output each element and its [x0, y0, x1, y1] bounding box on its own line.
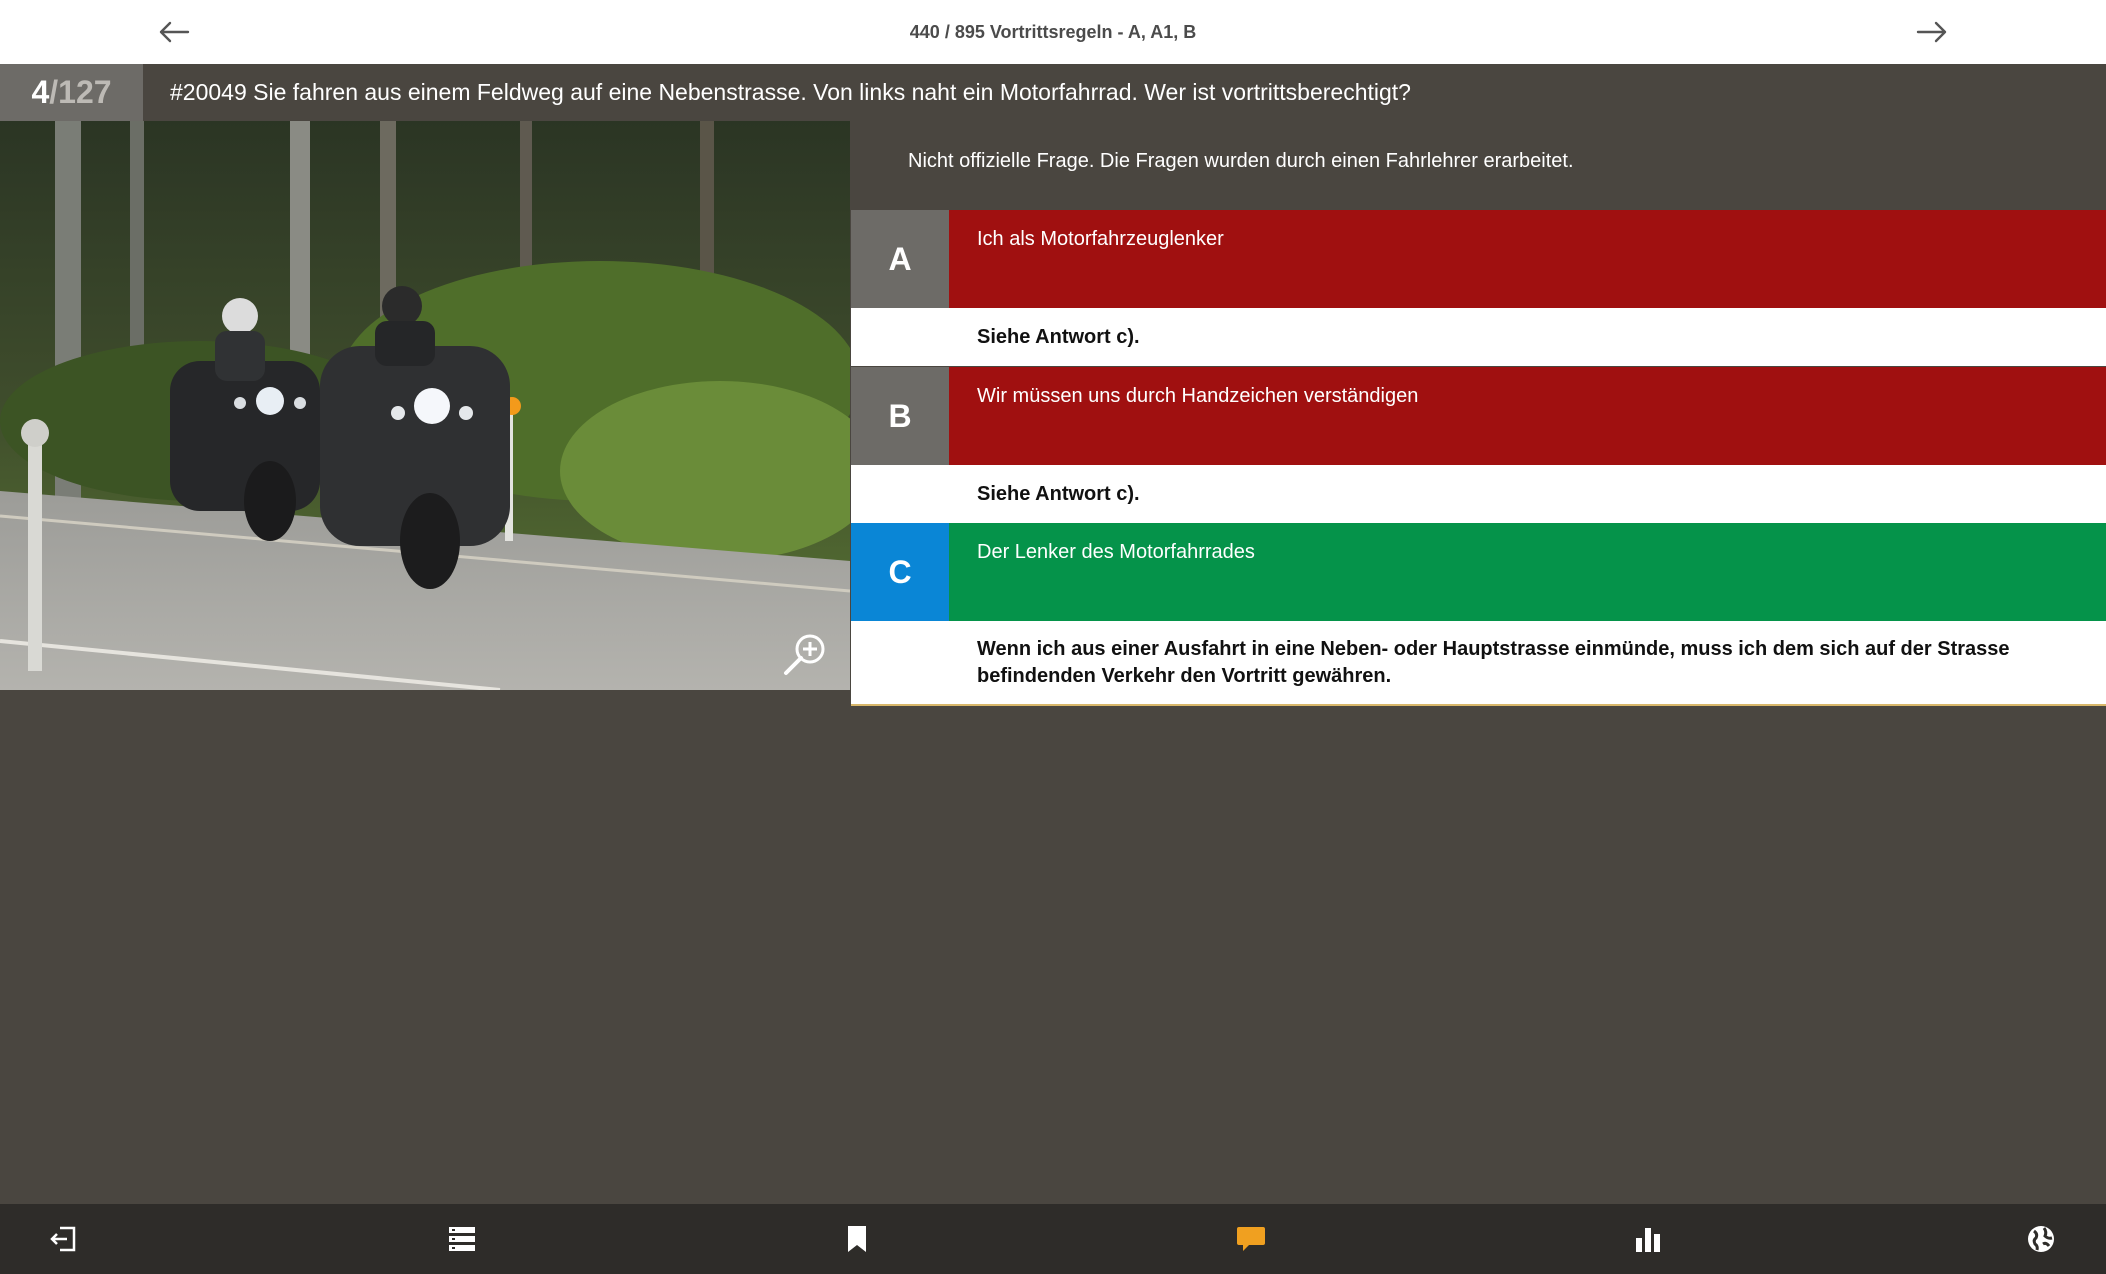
list-icon [449, 1227, 475, 1251]
zoom-in-icon [784, 634, 825, 675]
answer-c-text: Der Lenker des Motorfahrrades [977, 541, 1255, 563]
motorcycles-photo [0, 121, 850, 690]
question-bar: 4/127 #20049 Sie fahren aus einem Feldwe… [0, 64, 2106, 121]
counter-current: 4 [31, 74, 50, 110]
bookmark-button[interactable] [834, 1216, 880, 1262]
comment-button[interactable] [1228, 1216, 1274, 1262]
page-title: 440 / 895 Vortrittsregeln - A, A1, B [909, 21, 1197, 42]
answer-a-text: Ich als Motorfahrzeuglenker [977, 228, 1224, 250]
answer-b-letter: B [851, 367, 949, 465]
answer-a[interactable]: A Ich als Motorfahrzeuglenker [851, 210, 2106, 308]
bookmark-icon [848, 1226, 866, 1252]
answer-c-letter: C [851, 523, 949, 621]
exit-button[interactable] [40, 1216, 86, 1262]
zoom-button[interactable] [780, 628, 832, 680]
answer-b-text: Wir müssen uns durch Handzeichen verstän… [977, 385, 1419, 407]
statistics-icon [1636, 1228, 1660, 1252]
question-counter: 4/127 [0, 64, 143, 121]
language-button[interactable] [2018, 1216, 2064, 1262]
arrow-right-icon [1916, 21, 1947, 43]
list-button[interactable] [439, 1216, 485, 1262]
forward-button[interactable] [1902, 10, 1962, 54]
answer-c[interactable]: C Der Lenker des Motorfahrrades [851, 523, 2106, 621]
statistics-button[interactable] [1625, 1216, 1671, 1262]
question-image[interactable] [0, 121, 850, 690]
answer-a-letter: A [851, 210, 949, 308]
globe-icon [2028, 1226, 2054, 1252]
question-text: #20049 Sie fahren aus einem Feldweg auf … [170, 79, 1411, 105]
bottom-toolbar [0, 1204, 2106, 1274]
answer-a-explanation: Siehe Antwort c). [851, 308, 2106, 366]
disclaimer-note: Nicht offizielle Frage. Die Fragen wurde… [908, 150, 1574, 172]
comment-icon [1237, 1227, 1265, 1251]
top-header: 440 / 895 Vortrittsregeln - A, A1, B [0, 0, 2106, 64]
answer-b[interactable]: B Wir müssen uns durch Handzeichen verst… [851, 367, 2106, 465]
answer-c-explanation: Wenn ich aus einer Ausfahrt in eine Nebe… [851, 621, 2106, 706]
exit-icon [50, 1226, 76, 1252]
counter-total: /127 [49, 74, 112, 110]
answer-b-explanation: Siehe Antwort c). [851, 465, 2106, 523]
